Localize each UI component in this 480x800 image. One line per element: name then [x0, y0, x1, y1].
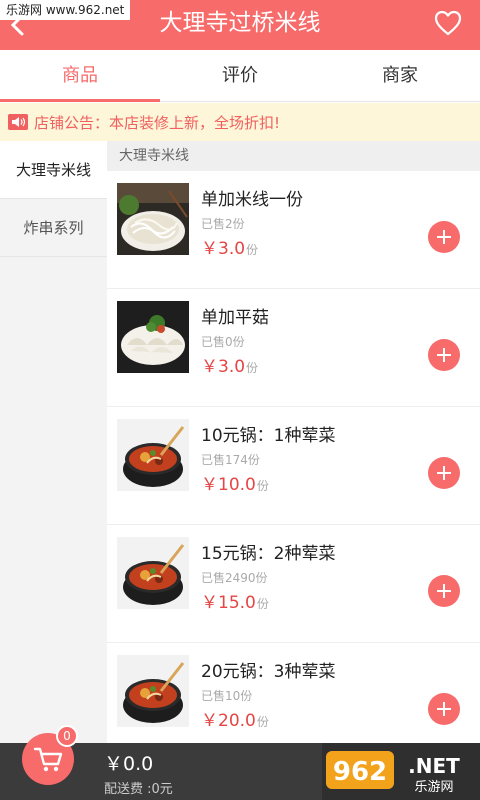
product-image-pot: [117, 655, 189, 727]
product-price: ￥3.0份: [201, 234, 258, 259]
watermark-brand: 962: [333, 757, 387, 787]
product-sold: 已售0份: [201, 335, 245, 349]
sidebar-item-dali-noodles[interactable]: 大理寺米线: [0, 141, 107, 199]
watermark-logo: 962 .NET 乐游网: [326, 751, 460, 795]
product-name: 单加平菇: [201, 308, 269, 328]
notice-text: 店铺公告：本店装修上新，全场折扣!: [34, 113, 281, 132]
add-to-cart-button[interactable]: [428, 339, 460, 371]
product-image-pot: [117, 419, 189, 491]
sidebar-item-skewers[interactable]: 炸串系列: [0, 199, 107, 257]
section-header: 大理寺米线: [107, 141, 480, 171]
product-price: ￥15.0份: [201, 588, 269, 613]
tab-reviews[interactable]: 评价: [160, 50, 320, 101]
price-value: ￥10.0: [201, 475, 256, 495]
add-to-cart-button[interactable]: [428, 457, 460, 489]
price-unit: 份: [246, 243, 259, 257]
category-sidebar: 大理寺米线 炸串系列: [0, 141, 107, 743]
add-to-cart-button[interactable]: [428, 693, 460, 725]
price-unit: 份: [246, 361, 259, 375]
watermark-top: 乐游网 www.962.net: [0, 0, 131, 20]
delivery-fee: 配送费 :0元: [104, 782, 173, 797]
product-image-mushroom: [117, 301, 189, 373]
product-sold: 已售2490份: [201, 571, 268, 585]
price-unit: 份: [256, 479, 269, 493]
price-value: ￥3.0: [201, 357, 246, 377]
checkout-area[interactable]: 962 .NET 乐游网: [322, 743, 480, 800]
product-item[interactable]: 单加米线一份 已售2份 ￥3.0份: [107, 171, 480, 289]
speaker-icon: [8, 114, 28, 130]
product-sold: 已售2份: [201, 217, 245, 231]
product-sold: 已售10份: [201, 689, 253, 703]
add-to-cart-button[interactable]: [428, 221, 460, 253]
price-value: ￥3.0: [201, 239, 246, 259]
product-name: 15元锅：2种荤菜: [201, 544, 336, 564]
product-name: 10元锅：1种荤菜: [201, 426, 336, 446]
cart-count-badge: 0: [56, 725, 78, 747]
product-price: ￥3.0份: [201, 352, 258, 377]
heart-outline-icon[interactable]: [434, 10, 462, 36]
watermark-suffix: .NET: [408, 754, 460, 778]
product-item[interactable]: 20元锅：3种荤菜 已售10份 ￥20.0份: [107, 643, 480, 743]
tab-products[interactable]: 商品: [0, 50, 160, 102]
product-image-noodles: [117, 183, 189, 255]
product-image-pot: [117, 537, 189, 609]
price-value: ￥20.0: [201, 711, 256, 731]
product-sold: 已售174份: [201, 453, 260, 467]
tab-merchant[interactable]: 商家: [320, 50, 480, 101]
product-price: ￥10.0份: [201, 470, 269, 495]
cart-total: ￥0.0: [104, 753, 154, 775]
product-item[interactable]: 15元锅：2种荤菜 已售2490份 ￥15.0份: [107, 525, 480, 643]
product-name: 20元锅：3种荤菜: [201, 662, 336, 682]
product-item[interactable]: 10元锅：1种荤菜 已售174份 ￥10.0份: [107, 407, 480, 525]
product-item[interactable]: 单加平菇 已售0份 ￥3.0份: [107, 289, 480, 407]
price-unit: 份: [256, 715, 269, 729]
store-notice: 店铺公告：本店装修上新，全场折扣!: [0, 103, 480, 141]
price-unit: 份: [256, 597, 269, 611]
product-list: 大理寺米线 单加米线一份 已售2份 ￥3.0份 单加平菇 已售0份 ￥3.0份 …: [107, 141, 480, 743]
price-value: ￥15.0: [201, 593, 256, 613]
add-to-cart-button[interactable]: [428, 575, 460, 607]
watermark-caption: 乐游网: [414, 780, 453, 795]
product-name: 单加米线一份: [201, 190, 303, 210]
product-price: ￥20.0份: [201, 706, 269, 731]
cart-bar: 0 ￥0.0 配送费 :0元 962 .NET 乐游网: [0, 725, 480, 800]
tab-bar: 商品 评价 商家: [0, 50, 480, 102]
